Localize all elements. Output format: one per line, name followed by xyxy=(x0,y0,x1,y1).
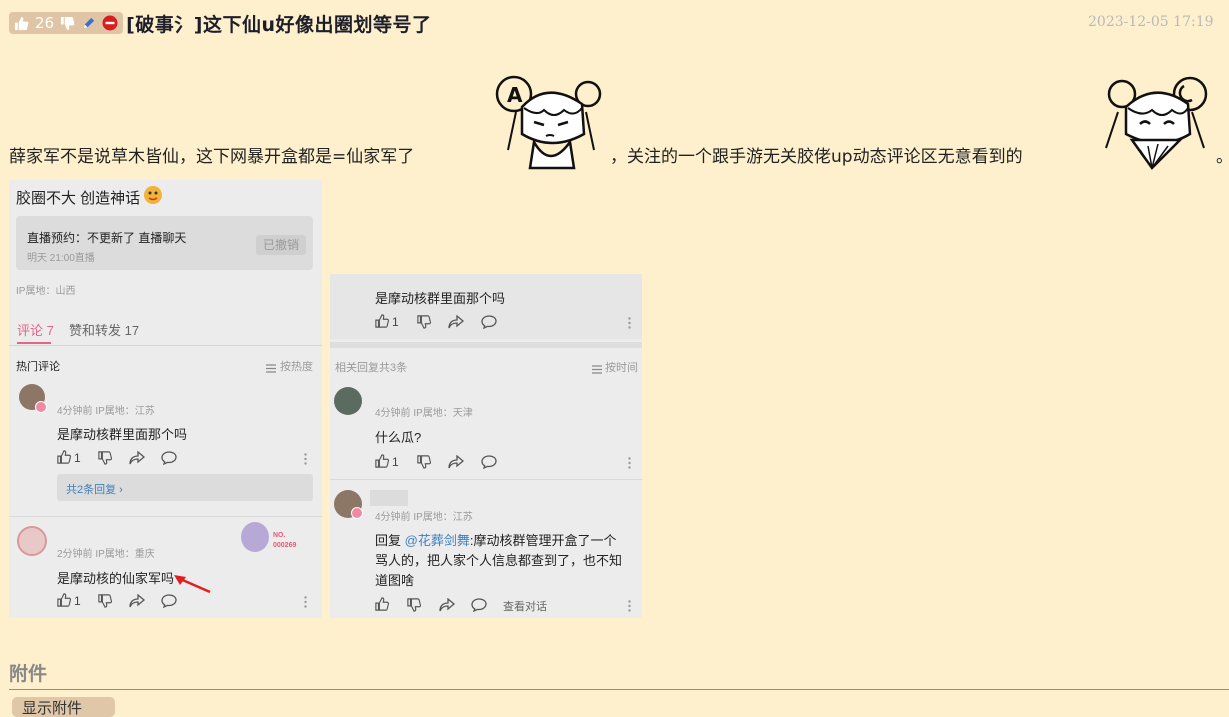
sticker-girl-thinking: A xyxy=(492,72,602,172)
badge-label: NO. xyxy=(273,532,286,539)
share-icon[interactable] xyxy=(448,454,465,474)
emoji-icon xyxy=(143,185,163,210)
reply-bubble-icon[interactable] xyxy=(481,315,497,334)
like-count: 1 xyxy=(74,451,81,465)
tab-comments[interactable]: 评论 7 xyxy=(17,320,54,339)
reply-bubble-icon[interactable] xyxy=(471,598,487,617)
screenshot-left: 胶圈不大 创造神话 直播预约：不更新了 直播聊天 明天 21:00直播 已撤销 … xyxy=(9,180,322,618)
sort-time[interactable]: 按时间 xyxy=(605,359,638,375)
attachments-title: 附件 xyxy=(9,663,48,685)
share-icon[interactable] xyxy=(439,597,456,617)
blurred-username xyxy=(370,490,408,506)
reply-text-1: :摩动核群管理开盒了一个 xyxy=(469,533,617,548)
avatar[interactable] xyxy=(17,526,47,556)
post-body-3: 。 xyxy=(1216,142,1229,167)
comment-text: 是摩动核的仙家军吗 xyxy=(57,571,175,586)
post-text-2: ，关注的一个跟手游无关胶佬up动态评论区无意看到的 xyxy=(610,147,1023,167)
thumbs-down-icon[interactable] xyxy=(407,598,422,617)
show-attachments-button[interactable]: 显示附件 xyxy=(12,697,115,717)
dynamic-heading: 胶圈不大 创造神话 xyxy=(16,190,141,207)
thumbs-down-icon[interactable] xyxy=(98,451,113,470)
more-icon[interactable] xyxy=(304,595,307,613)
reply-line-2: 骂人的，把人家个人信息都查到了，也不知 xyxy=(375,553,623,568)
post-date: 2023-12-05 17:19 xyxy=(1088,14,1214,30)
sort-hot[interactable]: 按热度 xyxy=(280,358,313,374)
more-icon[interactable] xyxy=(628,456,631,474)
divider xyxy=(330,479,642,480)
divider xyxy=(9,345,322,346)
reply-line-1: 回复 @花葬剑舞:摩动核群管理开盒了一个 xyxy=(375,530,616,549)
post-text-3: 。 xyxy=(1216,147,1229,167)
sort-icon[interactable] xyxy=(592,361,602,379)
post-title[interactable]: [破事氵]这下仙u好像出圈划等号了 xyxy=(126,10,431,37)
divider xyxy=(330,342,642,348)
more-icon[interactable] xyxy=(628,599,631,617)
svg-text:A: A xyxy=(507,83,523,107)
hot-comments-label: 热门评论 xyxy=(16,361,60,373)
more-icon[interactable] xyxy=(304,452,307,470)
thumbs-down-icon[interactable] xyxy=(98,594,113,613)
reply-text: 什么瓜? xyxy=(375,430,422,445)
badge-number: 000269 xyxy=(273,542,297,549)
avatar[interactable] xyxy=(334,387,362,415)
quoted-comment-text: 是摩动核群里面那个吗 xyxy=(375,291,506,306)
post-body-2: ，关注的一个跟手游无关胶佬up动态评论区无意看到的 xyxy=(610,142,1023,167)
thumbs-up-icon[interactable] xyxy=(375,454,390,473)
reply-bubble-icon[interactable] xyxy=(161,594,177,613)
avatar-badge xyxy=(351,507,363,519)
comment-text: 是摩动核群里面那个吗 xyxy=(57,427,188,442)
tab-underline xyxy=(17,342,51,344)
red-arrow-annotation xyxy=(172,572,212,599)
thumbs-up-icon[interactable] xyxy=(57,450,72,469)
more-icon[interactable] xyxy=(628,316,631,334)
thumbs-down-icon[interactable] xyxy=(417,315,432,334)
thumbs-up-icon[interactable] xyxy=(375,314,390,333)
view-conversation-link[interactable]: 查看对话 xyxy=(503,598,547,614)
like-count: 1 xyxy=(392,315,399,329)
tab-likes-shares[interactable]: 赞和转发 17 xyxy=(69,320,139,339)
like-count: 26 xyxy=(35,14,55,32)
comment-meta: 2分钟前 IP属地：重庆 xyxy=(57,549,155,560)
like-count: 1 xyxy=(392,455,399,469)
edit-icon[interactable] xyxy=(81,16,96,31)
reply-bubble-icon[interactable] xyxy=(161,451,177,470)
thumbs-up-icon[interactable] xyxy=(375,597,390,616)
related-replies-label: 相关回复共3条 xyxy=(335,362,408,374)
avatar-badge xyxy=(35,401,47,413)
thumbs-down-icon[interactable] xyxy=(417,455,432,474)
reply-prefix: 回复 xyxy=(375,533,402,548)
thumbs-up-icon[interactable] xyxy=(57,593,72,612)
block-icon[interactable] xyxy=(102,15,118,31)
sort-icon[interactable] xyxy=(266,360,276,378)
reply-line-3: 道图啥 xyxy=(375,573,415,588)
ip-location: IP属地：山西 xyxy=(16,286,76,297)
view-replies-link[interactable]: 共2条回复 › xyxy=(66,481,123,497)
screenshot-right: 是摩动核群里面那个吗 1 相关回复共3条 按时间 4分钟前 IP属地：天津 什么… xyxy=(330,274,642,618)
attachments-divider xyxy=(9,689,1229,690)
share-icon[interactable] xyxy=(129,450,146,470)
like-count: 1 xyxy=(74,594,81,608)
reply-bubble-icon[interactable] xyxy=(481,455,497,474)
live-cancelled-button[interactable]: 已撤销 xyxy=(256,235,306,255)
reply-meta: 4分钟前 IP属地：天津 xyxy=(375,408,473,419)
reply-meta: 4分钟前 IP属地：江苏 xyxy=(375,512,473,523)
share-icon[interactable] xyxy=(129,593,146,613)
comment-meta: 4分钟前 IP属地：江苏 xyxy=(57,406,155,417)
mention-link[interactable]: @花葬剑舞 xyxy=(405,533,470,548)
live-title: 直播预约：不更新了 直播聊天 xyxy=(27,231,187,245)
thumbs-up-icon[interactable] xyxy=(14,16,29,31)
thumbs-down-icon[interactable] xyxy=(60,16,75,31)
vote-box: 26 xyxy=(9,12,124,34)
share-icon[interactable] xyxy=(448,314,465,334)
divider xyxy=(9,516,322,517)
decoration-badge-avatar xyxy=(241,522,269,552)
post-header: 26 [破事氵]这下仙u好像出圈划等号了 xyxy=(9,10,432,36)
live-time: 明天 21:00直播 xyxy=(27,253,95,264)
sticker-girl-fan xyxy=(1100,72,1210,172)
post-text-1: 薛家军不是说草木皆仙，这下网暴开盒都是=仙家军了 xyxy=(9,147,415,167)
post-body: 薛家军不是说草木皆仙，这下网暴开盒都是=仙家军了 xyxy=(9,142,414,167)
